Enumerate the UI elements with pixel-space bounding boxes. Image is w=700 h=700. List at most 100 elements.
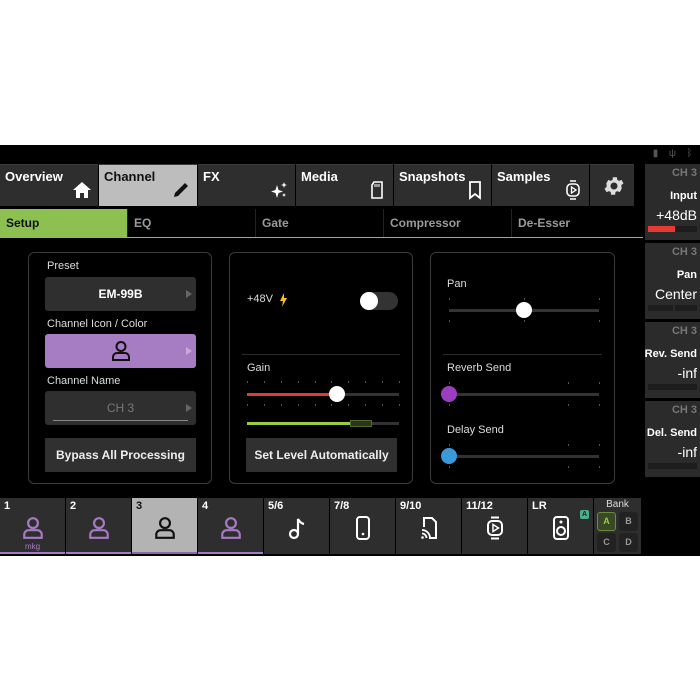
subtab-setup[interactable]: Setup [0,209,128,237]
reverb-send-thumb[interactable] [441,386,457,402]
channel-button-7-8[interactable]: 7/8 [330,498,395,554]
pan-slider[interactable] [449,302,599,318]
bank-c-button[interactable]: C [597,533,616,552]
bank-a-button[interactable]: A [597,512,616,531]
channel-name-field[interactable]: CH 3 [45,391,196,425]
delay-send-slider[interactable] [441,448,599,464]
tick-mark [599,444,600,446]
reverb-send-readout[interactable]: CH 3 Rev. Send -inf [645,322,700,398]
preset-select[interactable]: EM-99B [45,277,196,311]
delay-send-thumb[interactable] [441,448,457,464]
sd-card-icon: ▮ [652,148,659,159]
chevron-right-icon [186,347,192,355]
sd-card-icon [371,181,383,199]
preset-label: Preset [47,260,79,272]
subtab-label: Gate [262,216,289,230]
subtab-gate[interactable]: Gate [256,209,384,237]
tick-mark [599,404,600,406]
phantom-power-toggle[interactable] [360,292,398,310]
tick-mark [247,404,248,406]
pan-slider-thumb[interactable] [516,302,532,318]
delay-send-label: Delay Send [447,424,504,436]
subtab-compressor[interactable]: Compressor [384,209,512,237]
tick-mark [348,404,350,406]
person-icon [154,517,175,539]
sample-player-icon [486,516,503,540]
set-level-automatically-button[interactable]: Set Level Automatically [246,438,397,472]
channel-button-1[interactable]: 1 mkg [0,498,65,554]
usb-icon: ψ [668,148,677,159]
param-value: Center [654,286,697,302]
sends-panel: Pan Reverb Send Delay Send [430,252,615,484]
bank-d-button[interactable]: D [619,533,638,552]
channel-name-label: Channel Name [47,375,121,387]
tick-mark [524,298,525,300]
tick-mark [365,404,367,406]
person-icon [220,517,241,539]
channel-number: LR [532,500,547,512]
sample-player-icon [566,180,580,200]
bluetooth-icon: ᛒ [686,148,693,159]
sub-tabs: Setup EQ Gate Compressor De-Esser [0,209,643,238]
tick-mark [314,404,316,406]
param-name: Input [670,190,697,202]
channel-button-2[interactable]: 2 [66,498,131,554]
tab-samples[interactable]: Samples [492,164,589,206]
settings-button[interactable] [590,164,634,206]
tab-overview[interactable]: Overview [0,164,98,206]
tab-fx[interactable]: FX [198,164,295,206]
delay-send-readout[interactable]: CH 3 Del. Send -inf [645,401,700,477]
channel-button-11-12[interactable]: 11/12 [462,498,527,554]
channel-button-4[interactable]: 4 [198,498,263,554]
pencil-icon [174,183,188,197]
channel-button-3[interactable]: 3 [132,498,197,554]
gear-icon [604,177,624,195]
param-name: Pan [676,269,697,281]
sparkles-icon [271,182,287,198]
channel-number: 11/12 [466,500,493,512]
subtab-eq[interactable]: EQ [128,209,256,237]
reverb-send-bar [648,384,697,390]
tab-media[interactable]: Media [296,164,393,206]
icon-color-select[interactable] [45,334,196,368]
music-note-icon [288,518,304,540]
channel-button-lr[interactable]: LR A [528,498,593,554]
channel-button-5-6[interactable]: 5/6 [264,498,329,554]
reverb-send-slider[interactable] [441,386,599,402]
tick-mark [399,404,400,406]
tick-mark [297,404,299,406]
subtab-label: De-Esser [518,216,571,230]
channel-label: CH 3 [671,246,697,258]
bypass-all-button[interactable]: Bypass All Processing [45,438,196,472]
tick-mark [365,381,367,383]
pan-readout[interactable]: CH 3 Pan Center [645,243,700,319]
subtab-label: Setup [6,216,40,230]
person-icon [88,517,109,539]
gain-slider-thumb[interactable] [328,386,345,402]
input-readout[interactable]: CH 3 Input +48dB [645,164,700,240]
icon-color-label: Channel Icon / Color [47,318,148,330]
chevron-right-icon [186,404,192,412]
tab-channel[interactable]: Channel [99,164,197,206]
bank-b-button[interactable]: B [619,512,638,531]
param-value: -inf [677,365,697,381]
subtab-de-esser[interactable]: De-Esser [512,209,643,237]
tick-mark [567,404,569,406]
tick-mark [449,320,450,322]
lightning-icon [280,293,287,307]
channel-strip: 1 mkg 2 3 4 5/6 7/8 9/10 11/12 LR A Bank… [0,498,645,554]
channel-label: CH 3 [671,167,697,179]
pan-bar [648,305,697,311]
tick-mark [331,381,333,383]
parameter-sidebar: CH 3 Input +48dB CH 3 Pan Center CH 3 Re… [645,164,700,500]
channel-number: 3 [136,500,143,512]
person-icon [112,341,130,361]
phone-icon [355,516,370,540]
tab-snapshots[interactable]: Snapshots [394,164,491,206]
gain-slider[interactable] [247,386,399,402]
tick-mark [348,381,350,383]
tick-mark [567,466,569,468]
input-level-meter [247,420,399,427]
tick-mark [280,381,282,383]
channel-button-9-10[interactable]: 9/10 [396,498,461,554]
